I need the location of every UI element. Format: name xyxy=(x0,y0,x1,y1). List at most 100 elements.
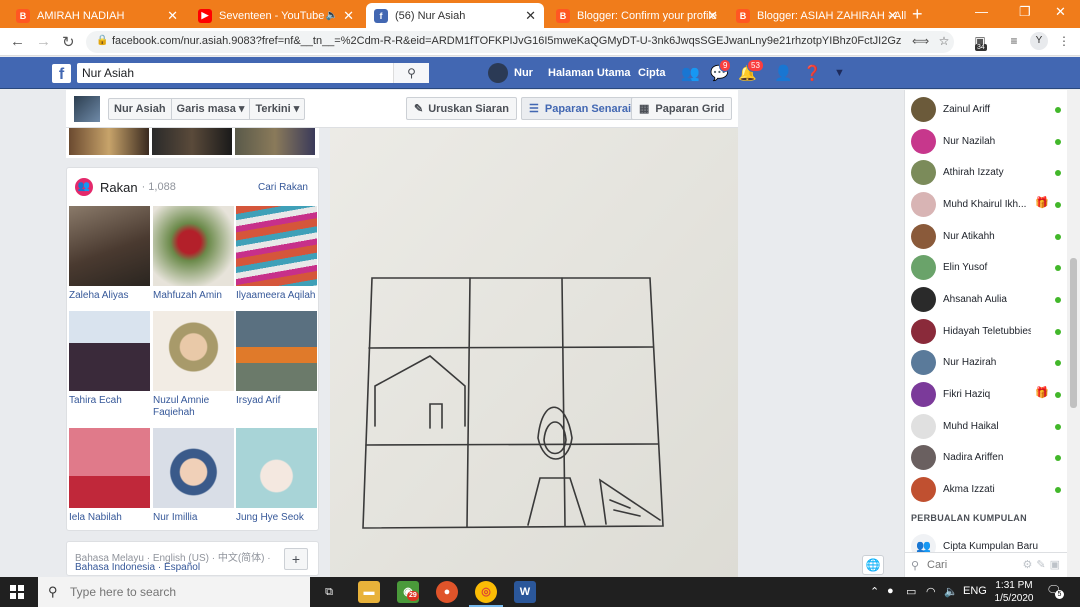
chat-contact[interactable]: Nur Atikahh xyxy=(911,222,1063,250)
nav-home[interactable]: Halaman Utama xyxy=(548,67,631,79)
reload-icon[interactable]: ↻ xyxy=(62,33,75,51)
tab-amirah[interactable]: B AMIRAH NADIAH ✕ xyxy=(8,3,186,28)
friend-tile[interactable]: Irsyad Arif xyxy=(236,311,317,407)
close-window-icon[interactable]: ✕ xyxy=(1055,4,1066,20)
chat-contact[interactable]: Athirah Izzaty xyxy=(911,158,1063,186)
chat-contact[interactable]: Ahsanah Aulia xyxy=(911,285,1063,313)
chat-search-input[interactable] xyxy=(927,557,1007,573)
manage-posts-button[interactable]: ✎ Uruskan Siaran xyxy=(406,97,517,120)
back-icon[interactable]: ← xyxy=(10,33,25,50)
firefox-icon[interactable]: ● xyxy=(436,581,458,603)
action-center-icon[interactable]: 🗨 5 xyxy=(1046,583,1064,599)
scrollbar-thumb[interactable] xyxy=(1070,258,1077,408)
profile-thumbnail[interactable] xyxy=(74,96,100,122)
task-view-icon[interactable]: ⧉ xyxy=(318,581,340,603)
translate-icon[interactable]: ⟺ xyxy=(912,34,929,50)
url-field[interactable]: 🔒 facebook.com/nur.asiah.9083?fref=nf&__… xyxy=(86,31,954,53)
close-tab-icon[interactable]: ✕ xyxy=(887,8,898,24)
friend-tile[interactable]: Jung Hye Seok xyxy=(236,428,317,524)
taskbar-search-input[interactable] xyxy=(70,584,270,600)
friend-tile[interactable]: Zaleha Aliyas xyxy=(69,206,150,302)
tab-youtube[interactable]: ▶ Seventeen - YouTube 🔈 ✕ xyxy=(190,3,362,28)
help-icon[interactable]: ❓ xyxy=(803,64,822,82)
chat-settings-icons[interactable]: ⚙✎▣ xyxy=(1023,558,1064,571)
taskbar-clock[interactable]: 1:31 PM 1/5/2020 xyxy=(992,579,1036,605)
new-tab-button[interactable]: + xyxy=(912,4,923,25)
profile-link[interactable]: Nur xyxy=(488,63,533,83)
friend-name[interactable]: Zaleha Aliyas xyxy=(69,290,150,302)
media-queue-icon[interactable]: ≡ xyxy=(1006,34,1022,50)
friend-tile[interactable]: Ilyaameera Aqilah xyxy=(236,206,317,302)
friend-tile[interactable]: Nuzul Amnie Faqiehah xyxy=(153,311,234,419)
timeline-dropdown[interactable]: Garis masa ▾ xyxy=(172,99,251,119)
close-tab-icon[interactable]: ✕ xyxy=(525,8,536,24)
wifi-icon[interactable]: ◠ xyxy=(926,585,936,598)
tab-facebook[interactable]: f (56) Nur Asiah ✕ xyxy=(366,3,544,28)
chat-contact[interactable]: Nur Hazirah xyxy=(911,348,1063,376)
tray-app-icon[interactable]: ● xyxy=(887,585,894,597)
chat-contact[interactable]: Akma Izzati xyxy=(911,475,1063,503)
camera-app-icon[interactable]: ◉29 xyxy=(397,581,419,603)
friend-tile[interactable]: Mahfuzah Amin xyxy=(153,206,234,302)
close-tab-icon[interactable]: ✕ xyxy=(343,8,354,24)
friend-name[interactable]: Tahira Ecah xyxy=(69,395,150,407)
language-links-more[interactable]: Bahasa Indonesia · Español xyxy=(75,562,200,573)
photo-thumbnail[interactable] xyxy=(69,128,149,155)
latest-dropdown[interactable]: Terkini ▾ xyxy=(250,99,304,119)
friend-requests-icon[interactable]: 👥 xyxy=(681,64,700,82)
photo-thumbnail[interactable] xyxy=(152,128,232,155)
globe-icon[interactable]: 🌐 xyxy=(862,555,884,575)
friend-name[interactable]: Nur Imillia xyxy=(153,512,234,524)
friend-tile[interactable]: Tahira Ecah xyxy=(69,311,150,407)
add-language-button[interactable]: + xyxy=(284,548,308,570)
search-input[interactable] xyxy=(82,65,392,81)
chat-contact[interactable]: Muhd Haikal xyxy=(911,412,1063,440)
friend-name[interactable]: Mahfuzah Amin xyxy=(153,290,234,302)
minimize-icon[interactable]: — xyxy=(975,4,988,19)
messenger-icon[interactable]: 💬 9 xyxy=(710,59,732,82)
speaker-icon[interactable]: 🔈 xyxy=(326,10,338,21)
chat-contact[interactable]: Fikri Haziq 🎁 xyxy=(911,380,1063,408)
facebook-logo[interactable]: f xyxy=(52,64,71,83)
friend-tile[interactable]: Iela Nabilah xyxy=(69,428,150,524)
friend-name[interactable]: Ilyaameera Aqilah xyxy=(236,290,317,302)
bookmark-star-icon[interactable]: ☆ xyxy=(936,34,952,50)
find-friends-icon[interactable]: 👤 xyxy=(774,64,793,82)
close-tab-icon[interactable]: ✕ xyxy=(707,8,718,24)
windows-start-icon[interactable] xyxy=(10,585,24,599)
tab-blogger-asiah[interactable]: B Blogger: ASIAH ZAHIRAH - All ✕ xyxy=(728,3,906,28)
volume-icon[interactable]: 🔈 xyxy=(944,585,958,598)
page-scrollbar[interactable] xyxy=(1067,90,1080,577)
nav-create[interactable]: Cipta xyxy=(638,67,666,79)
chrome-icon[interactable]: ◎ xyxy=(469,581,503,607)
chat-contact[interactable]: Muhd Khairul Ikh... 🎁 xyxy=(911,190,1063,218)
find-friends-link[interactable]: Cari Rakan xyxy=(258,182,308,193)
file-explorer-icon[interactable]: ▬ xyxy=(358,581,380,603)
profile-avatar[interactable]: Y xyxy=(1030,32,1048,50)
word-icon[interactable]: W xyxy=(514,581,536,603)
battery-icon[interactable]: ▭ xyxy=(906,585,916,598)
chat-contact[interactable]: Zainul Ariff xyxy=(911,95,1063,123)
photo-thumbnail[interactable] xyxy=(235,128,315,155)
menu-icon[interactable]: ⋮ xyxy=(1056,34,1072,50)
chat-contact[interactable]: Nur Nazilah xyxy=(911,127,1063,155)
input-language[interactable]: ENG xyxy=(963,585,987,597)
timeline-name[interactable]: Nur Asiah xyxy=(109,99,172,119)
close-tab-icon[interactable]: ✕ xyxy=(167,8,178,24)
friend-name[interactable]: Iela Nabilah xyxy=(69,512,150,524)
forward-icon[interactable]: → xyxy=(36,33,51,50)
account-menu-icon[interactable]: ▼ xyxy=(834,67,845,79)
chat-contact[interactable]: Elin Yusof xyxy=(911,253,1063,281)
friend-name[interactable]: Jung Hye Seok xyxy=(236,512,317,524)
notifications-icon[interactable]: 🔔 53 xyxy=(738,59,764,82)
search-icon[interactable]: ⚲ xyxy=(393,63,429,83)
post-photo[interactable] xyxy=(330,128,738,577)
friend-name[interactable]: Irsyad Arif xyxy=(236,395,317,407)
chat-contact[interactable]: Hidayah Teletubbies ... xyxy=(911,317,1063,345)
chat-contact[interactable]: Nadira Ariffen xyxy=(911,443,1063,471)
friend-name[interactable]: Nuzul Amnie Faqiehah xyxy=(153,395,234,419)
friend-tile[interactable]: Nur Imillia xyxy=(153,428,234,524)
tab-blogger-confirm[interactable]: B Blogger: Confirm your profile ✕ xyxy=(548,3,726,28)
grid-view-button[interactable]: ▦ Paparan Grid xyxy=(631,97,733,120)
tray-expand-icon[interactable]: ⌃ xyxy=(870,585,879,598)
